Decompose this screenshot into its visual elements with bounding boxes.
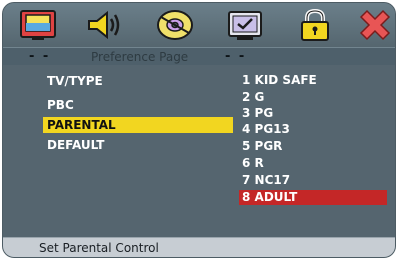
rating-option-g[interactable]: 2 G: [239, 90, 387, 105]
rating-option-nc17[interactable]: 7 NC17: [239, 173, 387, 188]
title-left-dashes: - -: [29, 49, 51, 64]
rating-option-kid-safe[interactable]: 1 KID SAFE: [239, 73, 387, 88]
status-text: Set Parental Control: [39, 241, 159, 255]
video-setup-disc-icon[interactable]: [153, 7, 197, 43]
rating-option-r[interactable]: 6 R: [239, 156, 387, 171]
exit-x-icon[interactable]: [353, 7, 395, 43]
general-setup-tv-icon[interactable]: [17, 7, 61, 43]
rating-option-pg[interactable]: 3 PG: [239, 106, 387, 121]
audio-setup-speaker-icon[interactable]: [83, 7, 127, 43]
setup-menu-window: - - Preference Page - - TV/TYPE PBC PARE…: [2, 2, 396, 258]
menu-item-pbc[interactable]: PBC: [43, 97, 233, 113]
rating-option-pg13[interactable]: 4 PG13: [239, 122, 387, 137]
menu-item-tv-type[interactable]: TV/TYPE: [43, 73, 233, 89]
status-bar: Set Parental Control: [3, 237, 395, 257]
rating-option-pgr[interactable]: 5 PGR: [239, 139, 387, 154]
page-title-bar: - - Preference Page - -: [3, 47, 395, 66]
settings-panel: TV/TYPE PBC PARENTAL DEFAULT 1 KID SAFE …: [3, 65, 395, 237]
preference-setup-screen-icon[interactable]: [223, 7, 267, 43]
parental-lock-icon[interactable]: [293, 7, 337, 43]
setup-toolbar: [3, 3, 395, 47]
page-title: Preference Page: [91, 50, 189, 64]
rating-option-adult[interactable]: 8 ADULT: [239, 190, 387, 205]
menu-item-default[interactable]: DEFAULT: [43, 137, 233, 153]
menu-item-parental[interactable]: PARENTAL: [43, 117, 233, 133]
title-right-dashes: - -: [225, 49, 247, 64]
